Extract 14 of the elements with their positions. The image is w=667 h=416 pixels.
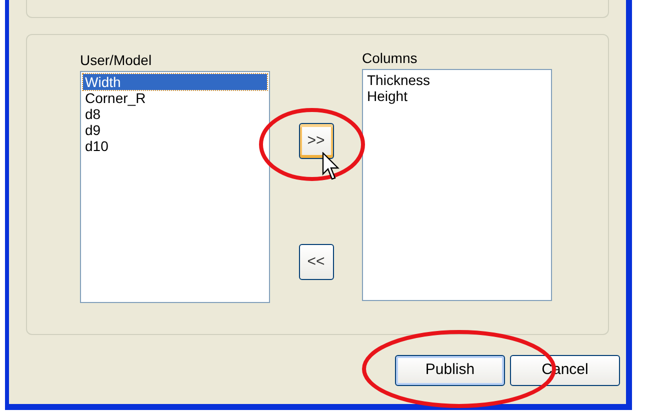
list-item[interactable]: Height (365, 88, 549, 104)
list-label: User/Model (80, 53, 153, 67)
list-item[interactable]: d8 (83, 106, 267, 122)
list-label: Columns (362, 51, 418, 65)
list-box[interactable]: Thickness Height (362, 69, 552, 301)
list-box[interactable]: Width Corner_R d8 d9 d10 (80, 71, 270, 303)
dialog-button[interactable]: Publish (395, 355, 505, 386)
list-item[interactable]: Corner_R (83, 90, 267, 106)
move-button[interactable]: >> (298, 123, 334, 159)
list-item[interactable]: Width (83, 74, 267, 90)
list-item[interactable]: d10 (83, 138, 267, 154)
list-item[interactable]: d9 (83, 122, 267, 138)
move-button[interactable]: << (298, 244, 334, 280)
list-item[interactable]: Thickness (365, 72, 549, 88)
